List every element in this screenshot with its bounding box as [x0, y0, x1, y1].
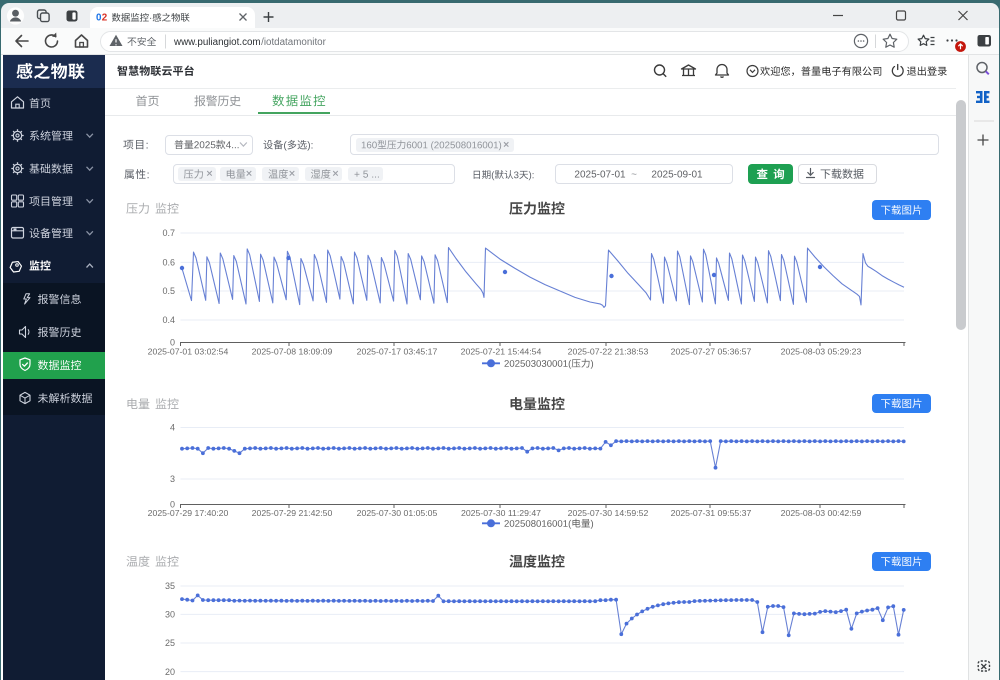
svg-text:20: 20 [165, 667, 175, 677]
svg-text:2025-07-01 03:02:54: 2025-07-01 03:02:54 [148, 347, 229, 357]
svg-text:35: 35 [165, 581, 175, 591]
svg-text:0.4: 0.4 [162, 315, 175, 325]
svg-text:2025-07-27 05:36:57: 2025-07-27 05:36:57 [671, 347, 752, 357]
svg-text:2025-07-31 09:55:37: 2025-07-31 09:55:37 [671, 508, 752, 518]
svg-text:2025-07-29 17:40:20: 2025-07-29 17:40:20 [148, 508, 229, 518]
svg-text:2025-07-17 03:45:17: 2025-07-17 03:45:17 [357, 347, 438, 357]
svg-text:www.puliangiot.com: www.puliangiot.com [173, 37, 261, 48]
svg-text:2025-09-01: 2025-09-01 [651, 169, 703, 180]
svg-text:2025-07-22 21:38:53: 2025-07-22 21:38:53 [568, 347, 649, 357]
svg-text:2025-07-30 14:59:52: 2025-07-30 14:59:52 [568, 508, 649, 518]
svg-text:0.7: 0.7 [162, 228, 175, 238]
svg-text:25: 25 [165, 638, 175, 648]
svg-text:~: ~ [631, 169, 637, 180]
svg-text:4: 4 [170, 423, 175, 433]
svg-text:2025-08-03 00:42:59: 2025-08-03 00:42:59 [781, 508, 862, 518]
svg-text:2025-07-30 01:05:05: 2025-07-30 01:05:05 [357, 508, 438, 518]
svg-text:2025-07-01: 2025-07-01 [574, 169, 626, 180]
svg-text:30: 30 [165, 610, 175, 620]
svg-text:0.6: 0.6 [162, 258, 175, 268]
svg-text:3: 3 [170, 474, 175, 484]
svg-text:/iotdatamonitor: /iotdatamonitor [261, 37, 327, 48]
svg-text:2025-07-21 15:44:54: 2025-07-21 15:44:54 [461, 347, 542, 357]
svg-text:2025-07-29 21:42:50: 2025-07-29 21:42:50 [252, 508, 333, 518]
svg-text:0.5: 0.5 [162, 286, 175, 296]
svg-text:2025-07-08 18:09:09: 2025-07-08 18:09:09 [252, 347, 333, 357]
svg-text:2025-08-03 05:29:23: 2025-08-03 05:29:23 [781, 347, 862, 357]
svg-text:2: 2 [102, 13, 108, 24]
svg-text:2025-07-30 11:29:47: 2025-07-30 11:29:47 [461, 508, 541, 518]
